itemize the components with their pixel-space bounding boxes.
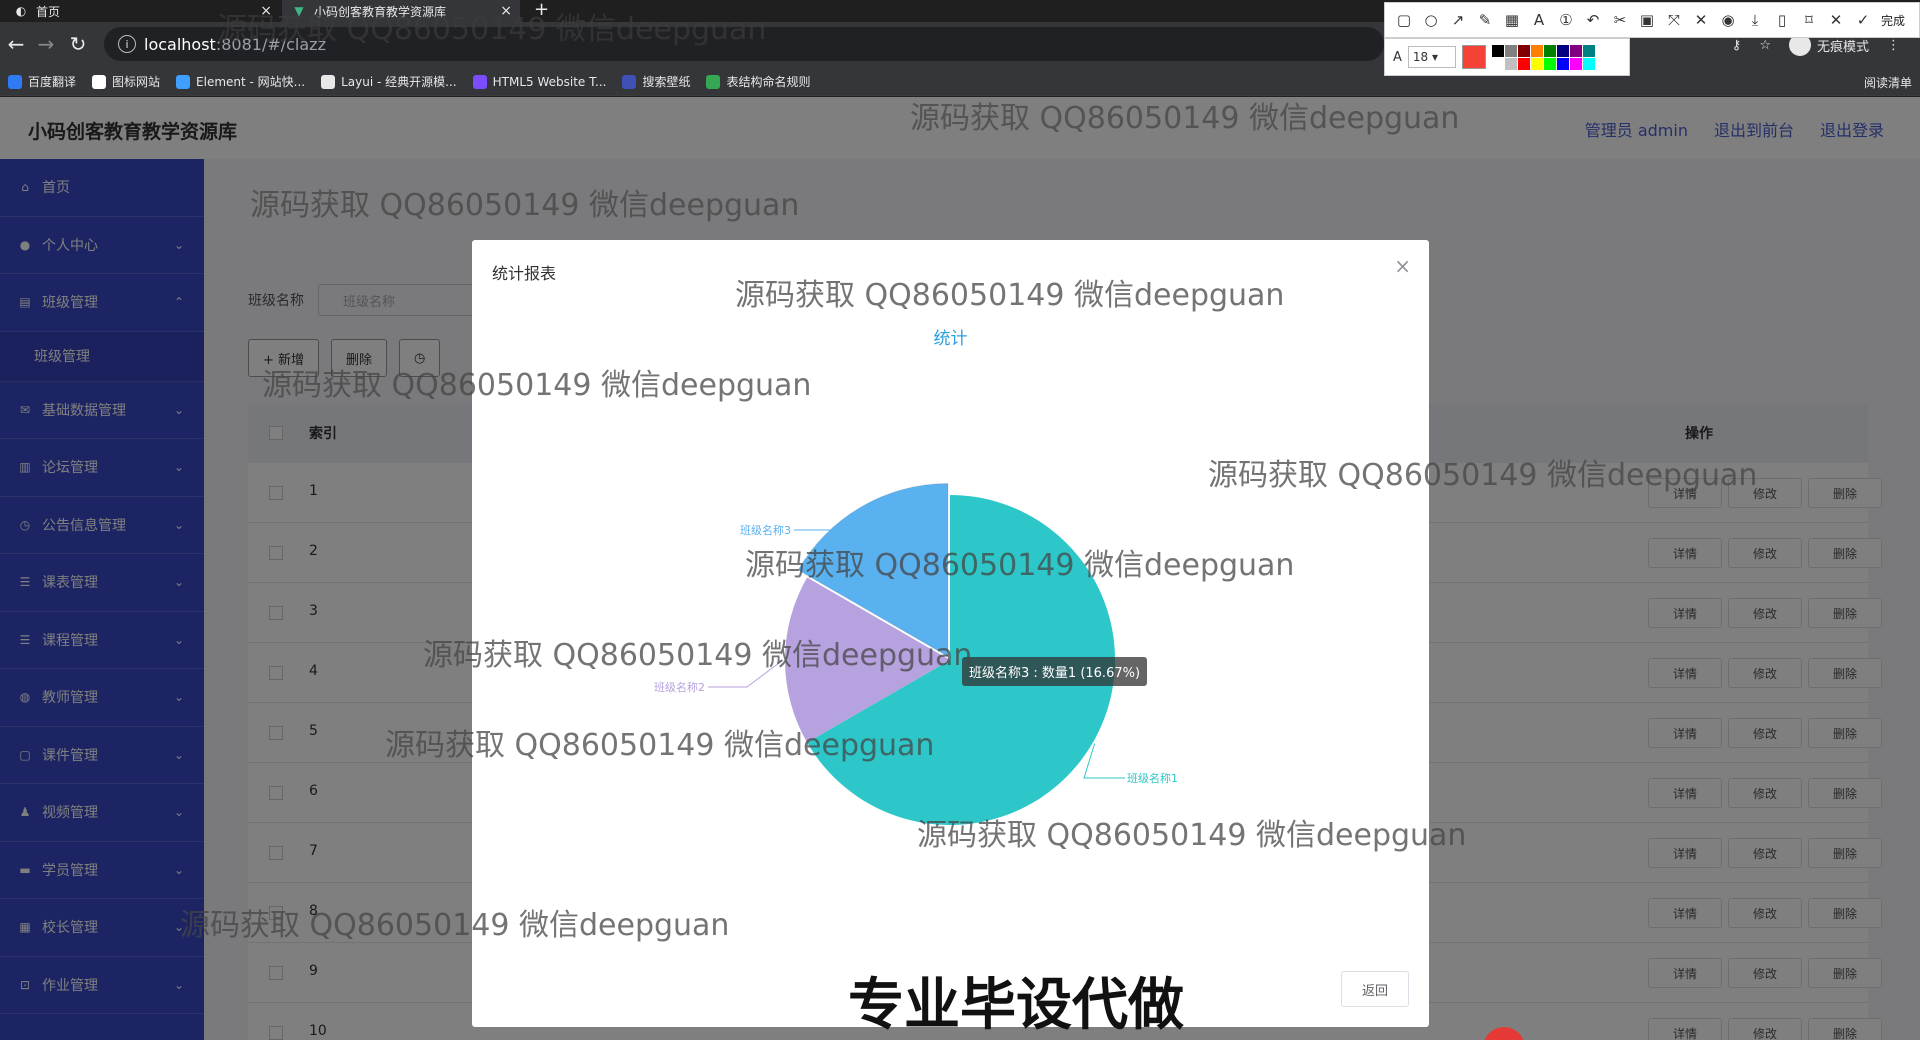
url-host: localhost [144,34,216,54]
bookmark-icon [92,74,107,89]
bookmark-icon [321,74,336,89]
bookmark-item[interactable]: 搜索壁纸 [622,73,690,90]
tab-title: 首页 [36,4,61,19]
pin-icon[interactable]: ✂ [1611,11,1629,29]
bookmark-label: 搜索壁纸 [642,75,691,89]
color-swatch[interactable] [1556,57,1569,70]
font-size-value: 18 [1412,50,1429,64]
bookmark-label: 百度翻译 [28,75,77,89]
pin2-icon[interactable]: ✕ [1692,11,1710,29]
color-swatch[interactable] [1543,44,1556,57]
bookmark-item[interactable]: 表结构命名规则 [706,73,810,90]
color-swatch[interactable] [1517,57,1530,70]
reload-button[interactable]: ↻ [66,32,90,56]
bookmark-label: Layui - 经典开源模... [341,75,457,89]
bookmark-label: HTML5 Website T... [492,74,607,89]
color-swatch[interactable] [1530,57,1543,70]
cancel-icon[interactable]: ✕ [1827,11,1845,29]
bookmark-label: 图标网站 [112,75,161,89]
return-button[interactable]: 返回 [1341,971,1409,1007]
done-label[interactable]: 完成 [1881,12,1905,29]
color-swatch[interactable] [1504,44,1517,57]
color-swatch[interactable] [1530,44,1543,57]
chart-tooltip: 班级名称3 : 数量1 (16.67%) [962,657,1148,686]
globe-icon: ◐ [15,4,27,18]
bookmark-item[interactable]: Element - 网站快... [176,73,305,90]
watermark-text: 源码获取 QQ86050149 微信deepguan [423,638,973,673]
screenshot-root: ◐ 首页 × ▼ 小码创客教育教学资源库 × + ← → ↻ i localho… [0,0,1920,1040]
watermark-text: 源码获取 QQ86050149 微信deepguan [262,368,812,403]
watermark-text: 源码获取 QQ86050149 微信deepguan [745,548,1295,583]
rectangle-icon[interactable]: ▢ [1395,11,1413,29]
font-icon: A [1393,49,1402,65]
bookmark-label: 表结构命名规则 [726,75,811,89]
pen-icon[interactable]: ✎ [1476,11,1494,29]
download-icon[interactable]: ⤓ [1746,11,1764,29]
undo-icon[interactable]: ↶ [1584,11,1602,29]
current-color[interactable] [1461,45,1486,69]
color-swatch[interactable] [1517,44,1530,57]
watermark-text: 源码获取 QQ86050149 微信deepguan [180,908,730,943]
color-swatch[interactable] [1569,44,1582,57]
color-swatch[interactable] [1504,57,1517,70]
bookmark-icon [706,74,721,89]
watermark-text: 源码获取 QQ86050149 微信deepguan [735,278,1285,313]
pie-label: 班级名称1 [1127,771,1178,785]
record-icon[interactable]: ◉ [1719,11,1737,29]
color-swatch[interactable] [1556,44,1569,57]
bookmark-icon [8,74,22,89]
color-swatch[interactable] [1569,57,1582,70]
watermark-text: 源码获取 QQ86050149 微信deepguan [910,101,1460,136]
watermark-text: 源码获取 QQ86050149 微信deepguan [917,818,1467,853]
bookmark-item[interactable]: 图标网站 [92,73,160,90]
watermark-text: 源码获取 QQ86050149 微信deepguan [250,188,800,223]
annotation-style: A 18 ▾ [1384,38,1630,76]
bookmark-label: Element - 网站快... [196,75,306,89]
promo-banner: 专业毕设代做 [848,973,1184,1038]
ocr-icon[interactable]: ▣ [1638,11,1656,29]
color-swatch[interactable] [1491,57,1504,70]
watermark-text: 源码获取 QQ86050149 微信deepguan [1208,458,1758,493]
color-swatch[interactable] [1543,57,1556,70]
number-icon[interactable]: ① [1557,11,1575,29]
font-size-select[interactable]: 18 ▾ [1407,46,1456,68]
color-swatch[interactable] [1582,44,1595,57]
bookmark-icon [176,74,191,89]
bookmark-icon [622,74,637,89]
pie-label: 班级名称3 [740,523,791,537]
info-icon[interactable]: i [118,35,136,53]
bookmark-item[interactable]: Layui - 经典开源模... [321,73,457,90]
mosaic-icon[interactable]: ▦ [1503,11,1521,29]
watermark-text: 源码获取 QQ86050149 微信deepguan [217,12,767,47]
forward-button[interactable]: → [34,32,58,56]
pie-label-line [1083,743,1125,779]
text-icon[interactable]: A [1530,11,1548,29]
annotation-toolbar: ▢ ○ ↗ ✎ ▦ A ① ↶ ✂ ▣ ⤧ ✕ ◉ ⤓ ▯ ⌑ ✕ ✓ 完成 A… [1384,2,1920,76]
watermark-text: 源码获取 QQ86050149 微信deepguan [385,728,935,763]
check-icon[interactable]: ✓ [1854,11,1872,29]
color-swatch[interactable] [1491,44,1504,57]
arrow-icon[interactable]: ↗ [1449,11,1467,29]
phone-icon[interactable]: ▯ [1773,11,1791,29]
ellipse-icon[interactable]: ○ [1422,11,1440,29]
back-button[interactable]: ← [4,32,28,56]
color-palette [1491,44,1595,70]
bookmark-icon[interactable]: ⌑ [1800,11,1818,29]
bookmark-item[interactable]: 百度翻译 [8,73,76,90]
bookmark-icon [472,74,487,89]
bookmark-item[interactable]: HTML5 Website T... [472,74,607,89]
pie-label: 班级名称2 [654,680,705,694]
reading-list[interactable]: 阅读清单 [1864,74,1912,91]
scroll-icon[interactable]: ⤧ [1665,11,1683,29]
annotation-tools: ▢ ○ ↗ ✎ ▦ A ① ↶ ✂ ▣ ⤧ ✕ ◉ ⤓ ▯ ⌑ ✕ ✓ 完成 [1384,2,1920,38]
color-swatch[interactable] [1582,57,1595,70]
